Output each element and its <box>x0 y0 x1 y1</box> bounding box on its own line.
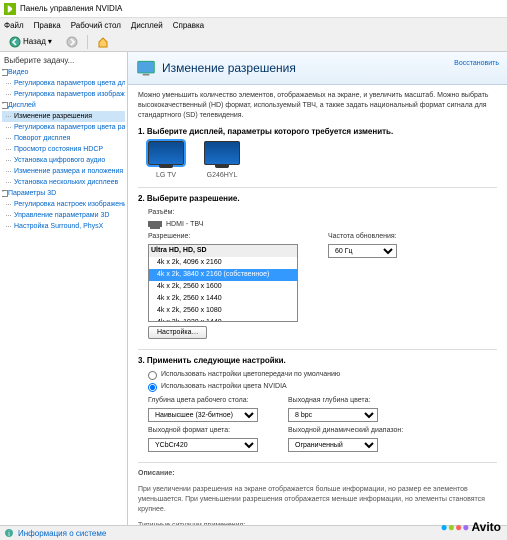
display-label: LG TV <box>148 171 184 181</box>
home-icon <box>97 36 109 48</box>
tree-item[interactable]: Регулировка параметров цвета для вид… <box>2 78 125 89</box>
outrange-select[interactable]: Ограниченный <box>288 438 378 452</box>
resolution-icon <box>136 58 156 78</box>
tree-item[interactable]: Регулировка параметров изображения д… <box>2 89 125 100</box>
connector-label: Разъём: <box>148 208 174 218</box>
tree-item[interactable]: Установка цифрового аудио <box>2 155 125 166</box>
tree-cat-display[interactable]: Дисплей <box>2 100 125 111</box>
resolution-label: Разрешение: <box>148 232 298 242</box>
radio-default-color[interactable] <box>148 371 157 380</box>
radio-default-label: Использовать настройки цветопередачи по … <box>161 370 340 380</box>
resolution-option-selected[interactable]: 4k x 2k, 3840 x 2160 (собственное) <box>149 269 297 281</box>
display-option-2[interactable]: G246HYL <box>204 141 240 181</box>
back-button[interactable]: Назад ▾ <box>4 34 57 50</box>
depth-label: Глубина цвета рабочего стола: <box>148 396 258 406</box>
tree-item[interactable]: Поворот дисплея <box>2 133 125 144</box>
nav-tree: Видео Регулировка параметров цвета для в… <box>2 67 125 232</box>
titlebar: Панель управления NVIDIA <box>0 0 507 18</box>
info-icon: i <box>4 528 14 538</box>
forward-icon <box>66 36 78 48</box>
tree-item[interactable]: Просмотр состояния HDCP <box>2 144 125 155</box>
tree-cat-video[interactable]: Видео <box>2 67 125 78</box>
display-label: G246HYL <box>204 171 240 181</box>
hdmi-icon <box>148 221 162 229</box>
sidebar-header: Выберите задачу... <box>2 56 125 65</box>
tree-item-change-resolution[interactable]: Изменение разрешения <box>2 111 125 122</box>
desc-text: При увеличении разрешения на экране отоб… <box>138 485 497 515</box>
home-button[interactable] <box>92 34 114 50</box>
resolution-option[interactable]: 4k x 2k, 4096 x 2160 <box>149 257 297 269</box>
tree-item[interactable]: Регулировка параметров цвета рабоче… <box>2 122 125 133</box>
statusbar: i Информация о системе <box>0 525 507 540</box>
resolution-option[interactable]: 4k x 2k, 1920 x 1440 <box>149 317 297 322</box>
dropdown-arrow-icon: ▾ <box>48 37 52 46</box>
divider <box>138 187 497 188</box>
tree-cat-3d[interactable]: Параметры 3D <box>2 188 125 199</box>
monitor-icon <box>204 141 240 165</box>
menu-desktop[interactable]: Рабочий стол <box>71 21 121 30</box>
outfmt-select[interactable]: YCbCr420 <box>148 438 258 452</box>
refresh-label: Частота обновления: <box>328 232 397 242</box>
back-icon <box>9 36 21 48</box>
menubar: Файл Правка Рабочий стол Дисплей Справка <box>0 18 507 32</box>
tree-item[interactable]: Управление параметрами 3D <box>2 210 125 221</box>
page-title: Изменение разрешения <box>162 61 296 75</box>
step3-title: 3. Применить следующие настройки. <box>138 356 497 366</box>
toolbar: Назад ▾ <box>0 32 507 52</box>
outdepth-select[interactable]: 8 bpc <box>288 408 378 422</box>
avito-watermark: ●●●●Avito <box>440 520 501 534</box>
content-body: Можно уменьшить количество элементов, от… <box>128 85 507 525</box>
tree-item[interactable]: Установка нескольких дисплеев <box>2 177 125 188</box>
outrange-label: Выходной динамический диапазон: <box>288 426 403 436</box>
depth-select[interactable]: Наивысшее (32-битное) <box>148 408 258 422</box>
back-label: Назад <box>23 37 46 46</box>
menu-display[interactable]: Дисплей <box>131 21 163 30</box>
refresh-select[interactable]: 60 Гц <box>328 244 397 258</box>
step2-title: 2. Выберите разрешение. <box>138 194 497 204</box>
desc-title: Описание: <box>138 470 175 477</box>
step1-title: 1. Выберите дисплей, параметры которого … <box>138 127 497 137</box>
divider <box>138 349 497 350</box>
menu-help[interactable]: Справка <box>173 21 204 30</box>
outdepth-label: Выходная глубина цвета: <box>288 396 378 406</box>
connector-value: HDMI - ТВЧ <box>166 220 203 230</box>
radio-nvidia-color[interactable] <box>148 383 157 392</box>
display-picker: LG TV G246HYL <box>148 141 497 181</box>
monitor-icon <box>148 141 184 165</box>
display-option-1[interactable]: LG TV <box>148 141 184 181</box>
radio-nvidia-label: Использовать настройки цвета NVIDIA <box>161 382 287 392</box>
window-title: Панель управления NVIDIA <box>20 4 122 13</box>
resolution-option[interactable]: 4k x 2k, 2560 x 1080 <box>149 305 297 317</box>
tree-item[interactable]: Изменение размера и положения рабоч… <box>2 166 125 177</box>
menu-file[interactable]: Файл <box>4 21 24 30</box>
sysinfo-link[interactable]: Информация о системе <box>18 529 106 538</box>
tree-item[interactable]: Настройка Surround, PhysX <box>2 221 125 232</box>
resolution-listbox[interactable]: Ultra HD, HD, SD 4k x 2k, 4096 x 2160 4k… <box>148 244 298 322</box>
tree-item[interactable]: Регулировка настроек изображения с п… <box>2 199 125 210</box>
toolbar-separator <box>87 35 88 49</box>
content-header: Изменение разрешения Восстановить <box>128 52 507 85</box>
intro-text: Можно уменьшить количество элементов, от… <box>138 91 497 121</box>
resolution-group: Ultra HD, HD, SD <box>149 245 297 257</box>
resolution-option[interactable]: 4k x 2k, 2560 x 1600 <box>149 281 297 293</box>
sidebar: Выберите задачу... Видео Регулировка пар… <box>0 52 128 525</box>
menu-edit[interactable]: Правка <box>34 21 61 30</box>
content-pane: Изменение разрешения Восстановить Можно … <box>128 52 507 525</box>
outfmt-label: Выходной формат цвета: <box>148 426 258 436</box>
customize-button[interactable]: Настройка… <box>148 326 207 339</box>
nvidia-icon <box>4 3 16 15</box>
resolution-option[interactable]: 4k x 2k, 2560 x 1440 <box>149 293 297 305</box>
divider <box>138 462 497 463</box>
restore-defaults-link[interactable]: Восстановить <box>454 60 499 67</box>
forward-button[interactable] <box>61 34 83 50</box>
